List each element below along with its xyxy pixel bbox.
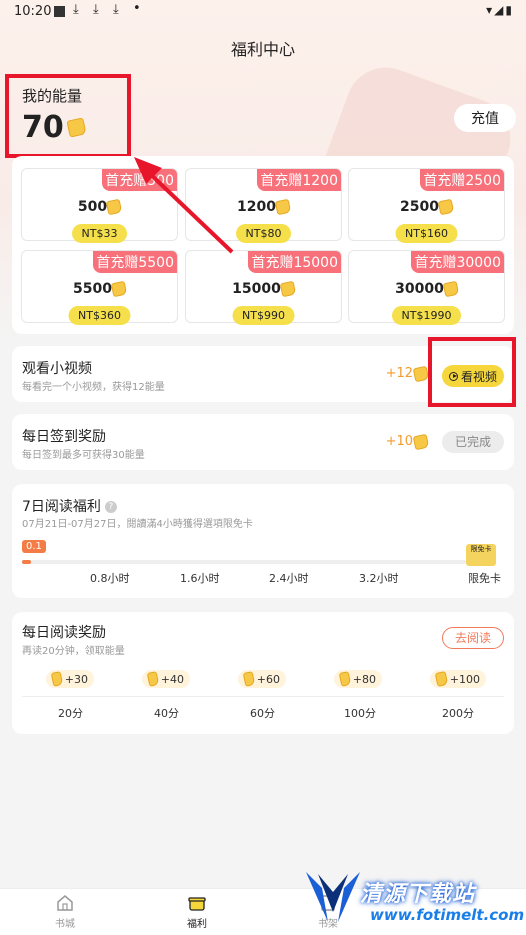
reward-value: +12: [385, 366, 413, 381]
coin-icon: [242, 671, 256, 687]
nav-label: 书城: [55, 919, 75, 930]
minutes-label: 100分: [344, 707, 376, 720]
progress-tick: 限免卡: [468, 572, 501, 585]
coin-icon: [146, 671, 160, 687]
home-icon: [57, 895, 73, 911]
divider: [22, 696, 504, 697]
highlight-box: [428, 337, 516, 407]
reward-value: +100: [449, 672, 480, 686]
reward-value: +80: [352, 672, 376, 686]
coin-icon: [338, 671, 352, 687]
progress-tick: 2.4小时: [269, 572, 309, 585]
coin-icon: [434, 671, 449, 687]
gift-icon: [188, 897, 206, 911]
reading-reward-chip: +60: [238, 670, 286, 688]
reading-7day-subtitle: 07月21日-07月27日，閱讀滿4小時獲得選項限免卡: [22, 519, 253, 530]
minutes-label: 40分: [154, 707, 179, 720]
reward-value: +30: [64, 672, 88, 686]
watermark: 清源下载站 www.fotimelt.com: [300, 868, 524, 928]
watermark-url: www.fotimelt.com: [370, 906, 525, 924]
nav-bookstore[interactable]: 书城: [35, 893, 95, 930]
reading-reward-chip: +100: [430, 670, 486, 688]
reward-value: +40: [160, 672, 184, 686]
video-task-reward: +12: [385, 365, 430, 382]
watermark-title: 清源下载站: [360, 882, 476, 907]
progress-tick: 0.8小时: [90, 572, 130, 585]
signin-done-button[interactable]: 已完成: [442, 431, 504, 453]
go-read-button[interactable]: 去阅读: [442, 627, 504, 649]
daily-reading-subtitle: 再读20分钟，领取能量: [22, 646, 125, 657]
reading-reward-chip: +30: [46, 670, 94, 688]
signin-task-subtitle: 每日签到最多可获得30能量: [22, 450, 145, 461]
nav-welfare[interactable]: 福利: [167, 893, 227, 930]
video-task-title: 观看小视频: [22, 361, 92, 377]
daily-reading-card: 每日阅读奖励 再读20分钟，领取能量 +30 +40 +60 +80 +100 …: [12, 612, 514, 734]
reading-7day-title: 7日阅读福利: [22, 499, 101, 515]
reading-reward-chip: +40: [142, 670, 190, 688]
daily-reading-title: 每日阅读奖励: [22, 625, 106, 641]
minutes-label: 60分: [250, 707, 275, 720]
minutes-label: 200分: [442, 707, 474, 720]
progress-badge: 0.1: [22, 540, 46, 553]
reading-reward-chip: +80: [334, 670, 382, 688]
nav-label: 福利: [187, 919, 207, 930]
watermark-logo-icon: [306, 872, 360, 922]
reward-value: +60: [256, 672, 280, 686]
progress-tick: 1.6小时: [180, 572, 220, 585]
signin-task-card: 每日签到奖励 每日签到最多可获得30能量 +10: [12, 414, 514, 470]
help-icon[interactable]: ?: [104, 501, 117, 513]
coin-icon: [412, 433, 430, 450]
progress-tick: 3.2小时: [359, 572, 399, 585]
progress-track: [22, 560, 466, 564]
coin-icon: [412, 365, 430, 382]
reading-7day-title-row: 7日阅读福利?: [22, 496, 117, 516]
coin-icon: [50, 671, 64, 687]
minutes-label: 20分: [58, 707, 83, 720]
progress-fill: [22, 560, 31, 564]
reward-value: +10: [385, 434, 413, 449]
reading-7day-card: 7日阅读福利? 07月21日-07月27日，閱讀滿4小時獲得選項限免卡 0.1 …: [12, 484, 514, 598]
arrow-shaft: [144, 168, 234, 254]
signin-task-reward: +10: [385, 433, 430, 450]
free-card-icon: 限免卡: [466, 544, 496, 566]
signin-task-title: 每日签到奖励: [22, 429, 106, 445]
video-task-subtitle: 每看完一个小视频，获得12能量: [22, 382, 165, 393]
